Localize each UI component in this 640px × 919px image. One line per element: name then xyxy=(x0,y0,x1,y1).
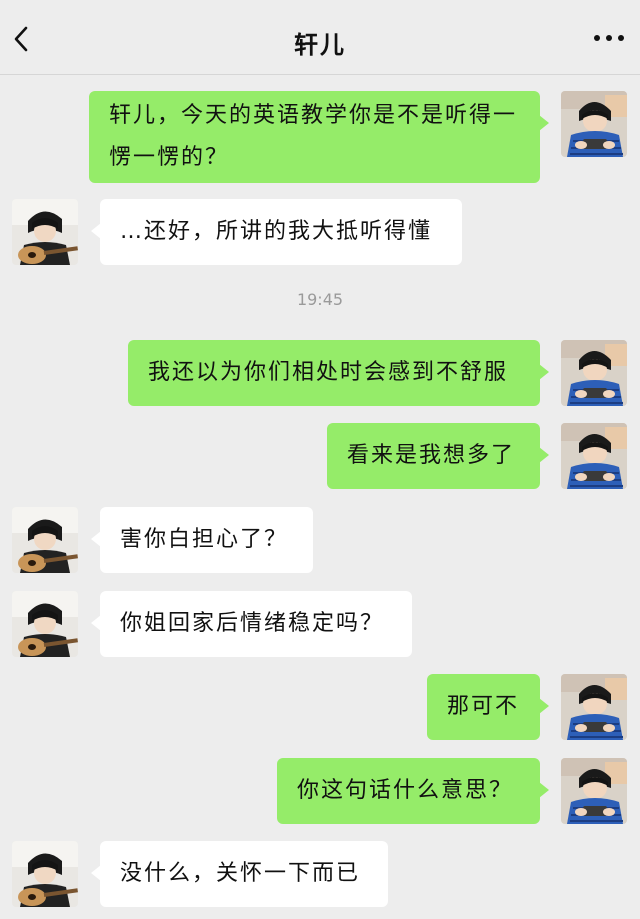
chat-title: 轩儿 xyxy=(294,31,346,59)
my-message-bubble[interactable]: 你这句话什么意思？ xyxy=(277,758,549,824)
my-message-bubble[interactable]: 看来是我想多了 xyxy=(327,423,549,489)
message-row: 害你白担心了？ xyxy=(0,507,640,573)
my-avatar[interactable] xyxy=(561,758,627,824)
more-button[interactable] xyxy=(592,28,626,48)
message-row: 那可不 xyxy=(0,674,640,740)
my-avatar[interactable] xyxy=(561,91,627,157)
ellipsis-icon xyxy=(594,35,624,41)
my-message-bubble[interactable]: 那可不 xyxy=(427,674,549,740)
message-row: …还好，所讲的我大抵听得懂 xyxy=(0,199,640,265)
my-message-bubble[interactable]: 我还以为你们相处时会感到不舒服 xyxy=(128,340,549,406)
my-avatar[interactable] xyxy=(561,674,627,740)
contact-message-bubble[interactable]: 你姐回家后情绪稳定吗？ xyxy=(91,591,412,657)
contact-avatar[interactable] xyxy=(12,841,78,907)
contact-avatar[interactable] xyxy=(12,507,78,573)
contact-message-bubble[interactable]: 害你白担心了？ xyxy=(91,507,313,573)
chat-header: 轩儿 xyxy=(0,0,640,75)
my-avatar[interactable] xyxy=(561,340,627,406)
contact-avatar[interactable] xyxy=(12,591,78,657)
contact-avatar[interactable] xyxy=(12,199,78,265)
message-row: 我还以为你们相处时会感到不舒服 xyxy=(0,340,640,406)
contact-message-bubble[interactable]: 没什么，关怀一下而已 xyxy=(91,841,388,907)
message-row: 看来是我想多了 xyxy=(0,423,640,489)
contact-message-bubble[interactable]: …还好，所讲的我大抵听得懂 xyxy=(91,199,462,265)
message-row: 你姐回家后情绪稳定吗？ xyxy=(0,591,640,657)
my-message-bubble[interactable]: 轩儿，今天的英语教学你是不是听得一愣一愣的？ xyxy=(89,91,549,183)
timestamp: 19:45 xyxy=(296,290,344,309)
message-row: 没什么，关怀一下而已 xyxy=(0,841,640,907)
message-row: 轩儿，今天的英语教学你是不是听得一愣一愣的？ xyxy=(0,91,640,183)
message-row: 你这句话什么意思？ xyxy=(0,758,640,824)
my-avatar[interactable] xyxy=(561,423,627,489)
